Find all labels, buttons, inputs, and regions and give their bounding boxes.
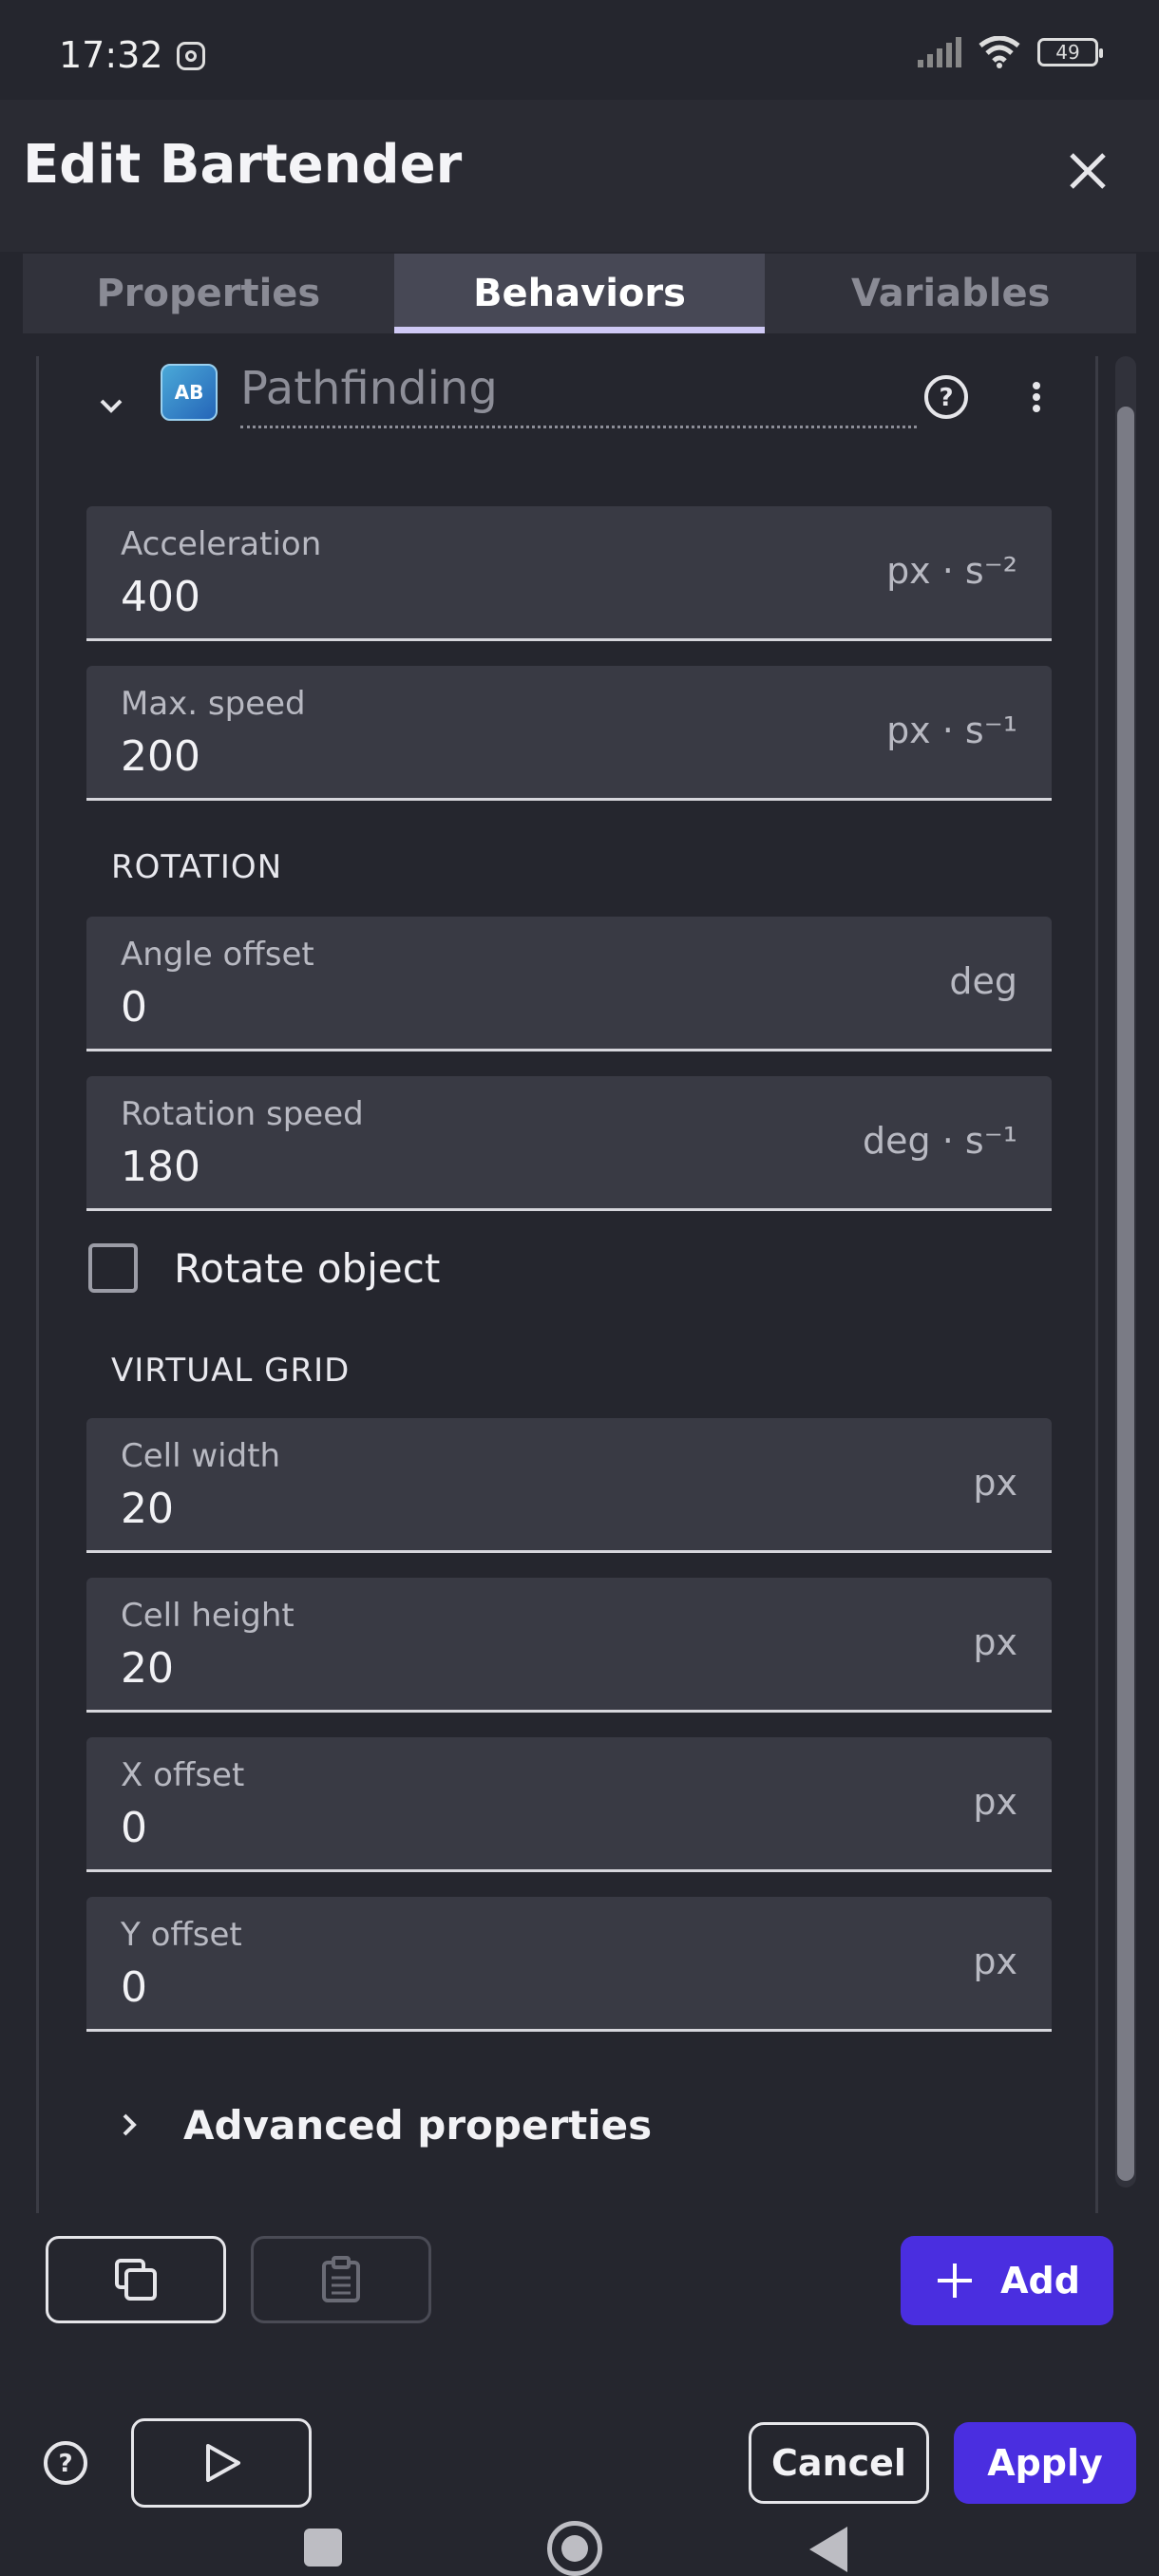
- section-rotation: ROTATION: [111, 848, 283, 886]
- field-unit: deg: [949, 960, 1017, 1002]
- behavior-name-field[interactable]: Pathfinding: [240, 360, 917, 428]
- field-unit: px · s⁻²: [886, 550, 1017, 592]
- field-label: X offset: [121, 1756, 245, 1794]
- advanced-properties-toggle[interactable]: Advanced properties: [113, 2096, 652, 2153]
- field-unit: px · s⁻¹: [886, 710, 1017, 751]
- rotate-object-checkbox[interactable]: [88, 1243, 138, 1293]
- add-behavior-button[interactable]: Add: [901, 2236, 1113, 2325]
- cell-height-field[interactable]: Cell height 20 px: [86, 1578, 1052, 1713]
- tab-behaviors[interactable]: Behaviors: [393, 254, 766, 333]
- angle-offset-field[interactable]: Angle offset 0 deg: [86, 917, 1052, 1051]
- field-label: Y offset: [121, 1916, 242, 1954]
- tab-variables[interactable]: Variables: [765, 254, 1136, 333]
- paste-button[interactable]: [251, 2236, 431, 2323]
- battery-icon: 49: [1037, 38, 1103, 66]
- field-label: Cell height: [121, 1597, 294, 1635]
- recents-icon[interactable]: [304, 2529, 342, 2567]
- field-value[interactable]: 200: [121, 732, 200, 781]
- status-bar: 17:32 49: [0, 0, 1159, 100]
- svg-text:?: ?: [58, 2450, 72, 2478]
- field-unit: px: [973, 1621, 1017, 1663]
- behavior-panel: AB Pathfinding ? Acceleration 400 px · s…: [36, 356, 1098, 2213]
- field-unit: px: [973, 1462, 1017, 1504]
- field-unit: deg · s⁻¹: [863, 1120, 1017, 1162]
- section-virtual-grid: VIRTUAL GRID: [111, 1352, 351, 1390]
- field-label: Cell width: [121, 1437, 281, 1475]
- field-label: Angle offset: [121, 936, 314, 974]
- dialog-title: Edit Bartender: [23, 134, 463, 196]
- more-vert-icon[interactable]: [1017, 373, 1055, 421]
- system-navigation-bar: [0, 2517, 1159, 2576]
- pathfinding-behavior-icon: AB: [161, 364, 218, 421]
- copy-button[interactable]: [46, 2236, 226, 2323]
- behavior-header: AB Pathfinding ?: [39, 362, 1095, 449]
- plus-icon: [938, 2263, 973, 2298]
- status-icons: 49: [916, 36, 1103, 68]
- chevron-down-icon[interactable]: [92, 388, 130, 426]
- wifi-icon: [978, 36, 1020, 68]
- dialog-header: Edit Bartender: [0, 100, 1159, 252]
- signal-icon: [918, 37, 961, 67]
- home-icon[interactable]: [547, 2521, 602, 2576]
- preview-play-button[interactable]: [131, 2418, 312, 2508]
- cell-width-field[interactable]: Cell width 20 px: [86, 1418, 1052, 1553]
- field-value[interactable]: 400: [121, 573, 200, 621]
- help-icon[interactable]: ?: [922, 373, 970, 421]
- behavior-icon-text: AB: [174, 381, 204, 404]
- field-unit: px: [973, 1781, 1017, 1823]
- field-label: Acceleration: [121, 525, 322, 563]
- scrollbar-thumb[interactable]: [1117, 407, 1134, 2181]
- close-icon[interactable]: [1054, 138, 1121, 204]
- back-icon[interactable]: [809, 2527, 847, 2572]
- max-speed-field[interactable]: Max. speed 200 px · s⁻¹: [86, 666, 1052, 801]
- field-value[interactable]: 20: [121, 1644, 174, 1693]
- svg-text:?: ?: [939, 384, 953, 412]
- field-value[interactable]: 0: [121, 983, 147, 1032]
- apply-button[interactable]: Apply: [954, 2422, 1136, 2504]
- battery-level: 49: [1055, 41, 1080, 64]
- field-value[interactable]: 0: [121, 1963, 147, 2012]
- acceleration-field[interactable]: Acceleration 400 px · s⁻²: [86, 506, 1052, 641]
- copy-icon: [115, 2259, 157, 2301]
- instagram-icon: [177, 42, 205, 70]
- tab-bar: Properties Behaviors Variables: [23, 254, 1136, 333]
- field-value[interactable]: 0: [121, 1804, 147, 1852]
- chevron-right-icon: [123, 2113, 137, 2136]
- cancel-button[interactable]: Cancel: [749, 2422, 929, 2504]
- field-value[interactable]: 20: [121, 1485, 174, 1533]
- advanced-properties-label: Advanced properties: [183, 2101, 653, 2149]
- field-unit: px: [973, 1941, 1017, 1982]
- tab-properties[interactable]: Properties: [23, 254, 394, 333]
- clipboard-icon: [322, 2256, 360, 2302]
- field-value[interactable]: 180: [121, 1143, 200, 1191]
- rotate-object-row[interactable]: Rotate object: [88, 1240, 440, 1297]
- play-icon: [206, 2444, 240, 2482]
- x-offset-field[interactable]: X offset 0 px: [86, 1737, 1052, 1872]
- add-button-label: Add: [1000, 2260, 1080, 2301]
- field-label: Rotation speed: [121, 1095, 364, 1133]
- y-offset-field[interactable]: Y offset 0 px: [86, 1897, 1052, 2032]
- rotation-speed-field[interactable]: Rotation speed 180 deg · s⁻¹: [86, 1076, 1052, 1211]
- status-time: 17:32: [59, 34, 163, 76]
- help-icon[interactable]: ?: [42, 2439, 89, 2487]
- field-label: Max. speed: [121, 685, 306, 723]
- checkbox-label[interactable]: Rotate object: [174, 1245, 440, 1292]
